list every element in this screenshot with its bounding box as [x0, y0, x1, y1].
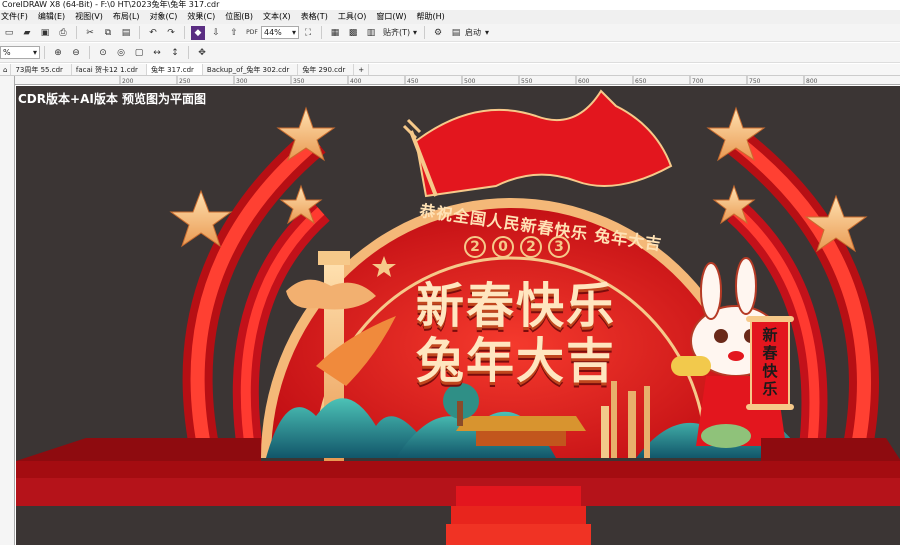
separator [139, 26, 140, 39]
zoom-combo-value: % [3, 48, 11, 57]
menu-edit[interactable]: 编辑(E) [37, 10, 74, 24]
menu-object[interactable]: 对象(C) [149, 10, 187, 24]
ruler-tick-label: 700 [692, 78, 704, 85]
undo-icon[interactable]: ↶ [146, 26, 160, 40]
ruler-tick-label: 200 [122, 78, 134, 85]
zoom-combo[interactable]: % ▾ [0, 46, 40, 59]
menu-text[interactable]: 文本(X) [262, 10, 300, 24]
menu-window[interactable]: 窗口(W) [375, 10, 415, 24]
export-icon[interactable]: ⇧ [227, 26, 241, 40]
separator [424, 26, 425, 39]
zoom-out-icon[interactable]: ⊖ [69, 46, 83, 60]
ruler-tick-label: 800 [806, 78, 818, 85]
options-gear-icon[interactable]: ⚙ [431, 26, 445, 40]
preview-note-label: CDR版本+AI版本 预览图为平面图 [18, 92, 206, 106]
red-flag [402, 89, 673, 198]
zoom-all-icon[interactable]: ◎ [114, 46, 128, 60]
separator [44, 46, 45, 59]
scroll-text: 新春快乐 [762, 326, 778, 398]
horizontal-ruler[interactable]: 200 250 300 350 400 450 500 550 600 650 700 750 800 [15, 76, 900, 85]
redo-icon[interactable]: ↷ [164, 26, 178, 40]
zoom-selected-icon[interactable]: ⊙ [96, 46, 110, 60]
property-bar: % ▾ ⊕ ⊖ ⊙ ◎ ▢ ↔ ↕ ✥ [0, 43, 900, 63]
chevron-down-icon: ▾ [32, 48, 37, 57]
year-digit: 3 [548, 236, 570, 258]
new-document-icon[interactable]: ▭ [2, 26, 16, 40]
snap-to-dropdown[interactable]: 贴齐(T) ▾ [380, 26, 420, 39]
pan-icon[interactable]: ✥ [195, 46, 209, 60]
drawing-canvas[interactable]: CDR版本+AI版本 预览图为平面图 恭祝全国人民新春快乐 兔年大吉 2 0 2… [16, 86, 900, 545]
show-rulers-icon[interactable]: ▦ [328, 26, 342, 40]
chevron-down-icon: ▾ [412, 28, 417, 37]
show-guidelines-icon[interactable]: ▥ [364, 26, 378, 40]
menu-layout[interactable]: 布局(L) [112, 10, 149, 24]
tab-home[interactable]: ⌂ [0, 64, 12, 75]
vertical-ruler[interactable] [0, 76, 15, 545]
menu-help[interactable]: 帮助(H) [416, 10, 454, 24]
separator [188, 46, 189, 59]
copy-icon[interactable]: ⧉ [101, 26, 115, 40]
paste-icon[interactable]: ▤ [119, 26, 133, 40]
launch-label[interactable]: 启动 [465, 27, 481, 38]
year-digit: 2 [464, 236, 486, 258]
zoom-in-icon[interactable]: ⊕ [51, 46, 65, 60]
tab-rabbit-290[interactable]: 兔年 290.cdr [298, 64, 355, 75]
ruler-tick-label: 650 [635, 78, 647, 85]
separator [321, 26, 322, 39]
import-icon[interactable]: ⇩ [209, 26, 223, 40]
corel-connect-icon[interactable]: ◆ [191, 25, 205, 40]
document-tabs: ⌂ 73周年 55.cdr facai 贺卡12 1.cdr 兔年 317.cd… [0, 64, 900, 76]
ruler-tick-label: 500 [464, 78, 476, 85]
show-grid-icon[interactable]: ▩ [346, 26, 360, 40]
ruler-tick-label: 300 [236, 78, 248, 85]
chevron-down-icon[interactable]: ▾ [485, 28, 489, 37]
tab-add-new[interactable]: + [354, 64, 370, 75]
full-screen-preview-icon[interactable]: ⛶ [301, 26, 315, 40]
ruler-tick-label: 750 [749, 78, 761, 85]
ruler-tick-label: 550 [521, 78, 533, 85]
separator [76, 26, 77, 39]
year-2023: 2 0 2 3 [464, 236, 570, 258]
year-digit: 2 [520, 236, 542, 258]
chevron-down-icon: ▾ [291, 28, 296, 37]
print-icon[interactable]: ⎙ [56, 26, 70, 40]
separator [184, 26, 185, 39]
year-digit: 0 [492, 236, 514, 258]
menu-tools[interactable]: 工具(O) [337, 10, 376, 24]
headline-rabbit-year: 兔年大吉 [416, 333, 617, 389]
tab-backup-rabbit-302[interactable]: Backup_of_兔年 302.cdr [203, 64, 299, 75]
menu-bar: 文件(F) 编辑(E) 视图(V) 布局(L) 对象(C) 效果(C) 位图(B… [0, 10, 900, 24]
application-launcher-icon[interactable]: ▤ [449, 26, 463, 40]
publish-pdf-icon[interactable]: PDF [245, 26, 259, 40]
ruler-ticks: 200 250 300 350 400 450 500 550 600 650 700 750 800 [119, 76, 818, 85]
tab-73-anniversary[interactable]: 73周年 55.cdr [11, 64, 72, 75]
zoom-level-value: 44% [264, 28, 282, 37]
standard-toolbar: ▭ ▰ ▣ ⎙ ✂ ⧉ ▤ ↶ ↷ ◆ ⇩ ⇧ PDF 44% ▾ ⛶ ▦ ▩ ▥… [0, 24, 900, 42]
ruler-tick-label: 400 [350, 78, 362, 85]
zoom-height-icon[interactable]: ↕ [168, 46, 182, 60]
zoom-page-icon[interactable]: ▢ [132, 46, 146, 60]
menu-table[interactable]: 表格(T) [300, 10, 337, 24]
save-icon[interactable]: ▣ [38, 26, 52, 40]
open-folder-icon[interactable]: ▰ [20, 26, 34, 40]
ruler-tick-label: 600 [578, 78, 590, 85]
cut-icon[interactable]: ✂ [83, 26, 97, 40]
ruler-tick-label: 450 [407, 78, 419, 85]
tab-facai-card[interactable]: facai 贺卡12 1.cdr [72, 64, 147, 75]
ruler-tick-label: 250 [179, 78, 191, 85]
title-bar: CorelDRAW X8 (64-Bit) - F:\0 HT\2023兔年\兔… [0, 0, 900, 10]
zoom-level-combo[interactable]: 44% ▾ [261, 26, 299, 39]
coreldraw-window: CorelDRAW X8 (64-Bit) - F:\0 HT\2023兔年\兔… [0, 0, 900, 545]
ruler-tick-label: 350 [293, 78, 305, 85]
menu-effects[interactable]: 效果(C) [186, 10, 224, 24]
separator [89, 46, 90, 59]
snap-label: 贴齐(T) [383, 28, 411, 37]
menu-bitmaps[interactable]: 位图(B) [224, 10, 262, 24]
tab-rabbit-317[interactable]: 兔年 317.cdr [146, 64, 203, 75]
zoom-width-icon[interactable]: ↔ [150, 46, 164, 60]
menu-view[interactable]: 视图(V) [74, 10, 112, 24]
menu-file[interactable]: 文件(F) [0, 10, 37, 24]
